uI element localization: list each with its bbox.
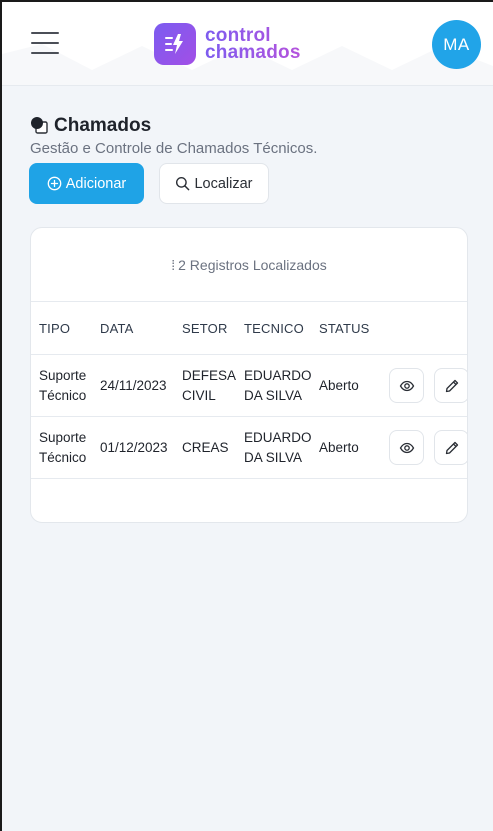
column-header-status[interactable]: STATUS bbox=[319, 321, 370, 336]
brand-name: control chamados bbox=[205, 26, 301, 63]
search-button-label: Localizar bbox=[194, 175, 253, 192]
search-icon bbox=[176, 176, 190, 191]
table-header: TIPO DATA SETOR TECNICO STATUS bbox=[31, 302, 467, 355]
brand-logo[interactable]: control chamados bbox=[154, 22, 301, 66]
table-row: Suporte Técnico 01/12/2023 CREAS EDUARDO… bbox=[31, 417, 467, 479]
cell-tecnico-line1: EDUARDO bbox=[244, 430, 312, 445]
pencil-icon bbox=[445, 441, 458, 454]
cell-setor-line1: DEFESA bbox=[182, 368, 237, 383]
plus-circle-icon bbox=[47, 176, 62, 191]
view-button[interactable] bbox=[389, 368, 424, 403]
tickets-card: ⁞ 2 Registros Localizados TIPO DATA SETO… bbox=[30, 227, 468, 523]
eye-icon bbox=[399, 442, 414, 453]
add-button-label: Adicionar bbox=[65, 175, 127, 192]
page-title: Chamados bbox=[54, 115, 152, 136]
cell-tipo-line1: Suporte bbox=[39, 368, 87, 383]
cell-tipo-line2: Técnico bbox=[39, 450, 87, 465]
edit-button[interactable] bbox=[434, 368, 467, 403]
records-count: ⁞ 2 Registros Localizados bbox=[31, 228, 467, 302]
cell-tipo-line2: Técnico bbox=[39, 388, 87, 403]
avatar[interactable]: MA bbox=[432, 20, 481, 69]
view-button[interactable] bbox=[389, 430, 424, 465]
cell-tecnico-line1: EDUARDO bbox=[244, 368, 312, 383]
cell-tecnico-line2: DA SILVA bbox=[244, 450, 303, 465]
eye-icon bbox=[399, 380, 414, 391]
page-subtitle: Gestão e Controle de Chamados Técnicos. bbox=[30, 140, 318, 157]
brand-line2: chamados bbox=[205, 42, 301, 63]
tickets-icon bbox=[30, 116, 50, 136]
column-header-tipo[interactable]: TIPO bbox=[39, 321, 70, 336]
cell-tipo: Suporte Técnico bbox=[39, 428, 86, 468]
records-label: 2 Registros Localizados bbox=[178, 256, 327, 273]
cell-status: Aberto bbox=[319, 378, 359, 393]
add-button[interactable]: Adicionar bbox=[29, 163, 144, 204]
cell-tecnico: EDUARDO DA SILVA bbox=[244, 366, 312, 406]
top-header: control chamados MA bbox=[2, 2, 493, 86]
cell-tecnico-line2: DA SILVA bbox=[244, 388, 303, 403]
lightning-logo-icon bbox=[154, 23, 196, 65]
cell-setor-line2: CIVIL bbox=[182, 388, 216, 403]
cell-tipo: Suporte Técnico bbox=[39, 366, 86, 406]
table-row: Suporte Técnico 24/11/2023 DEFESA CIVIL … bbox=[31, 355, 467, 417]
cell-status: Aberto bbox=[319, 440, 359, 455]
search-button[interactable]: Localizar bbox=[159, 163, 269, 204]
column-header-setor[interactable]: SETOR bbox=[182, 321, 228, 336]
edit-button[interactable] bbox=[434, 430, 467, 465]
cell-tecnico: EDUARDO DA SILVA bbox=[244, 428, 312, 468]
cell-setor: DEFESA CIVIL bbox=[182, 366, 236, 406]
app-frame: control chamados MA Chamados Gestão e Co… bbox=[2, 2, 493, 831]
pencil-icon bbox=[445, 379, 458, 392]
column-header-data[interactable]: DATA bbox=[100, 321, 134, 336]
page-heading: Chamados bbox=[30, 115, 151, 137]
grip-icon: ⁞ bbox=[171, 256, 176, 273]
cell-setor: CREAS bbox=[182, 440, 229, 455]
menu-icon[interactable] bbox=[30, 30, 60, 56]
cell-tipo-line1: Suporte bbox=[39, 430, 87, 445]
column-header-tecnico[interactable]: TECNICO bbox=[244, 321, 304, 336]
cell-data: 24/11/2023 bbox=[100, 378, 167, 393]
cell-data: 01/12/2023 bbox=[100, 440, 168, 455]
